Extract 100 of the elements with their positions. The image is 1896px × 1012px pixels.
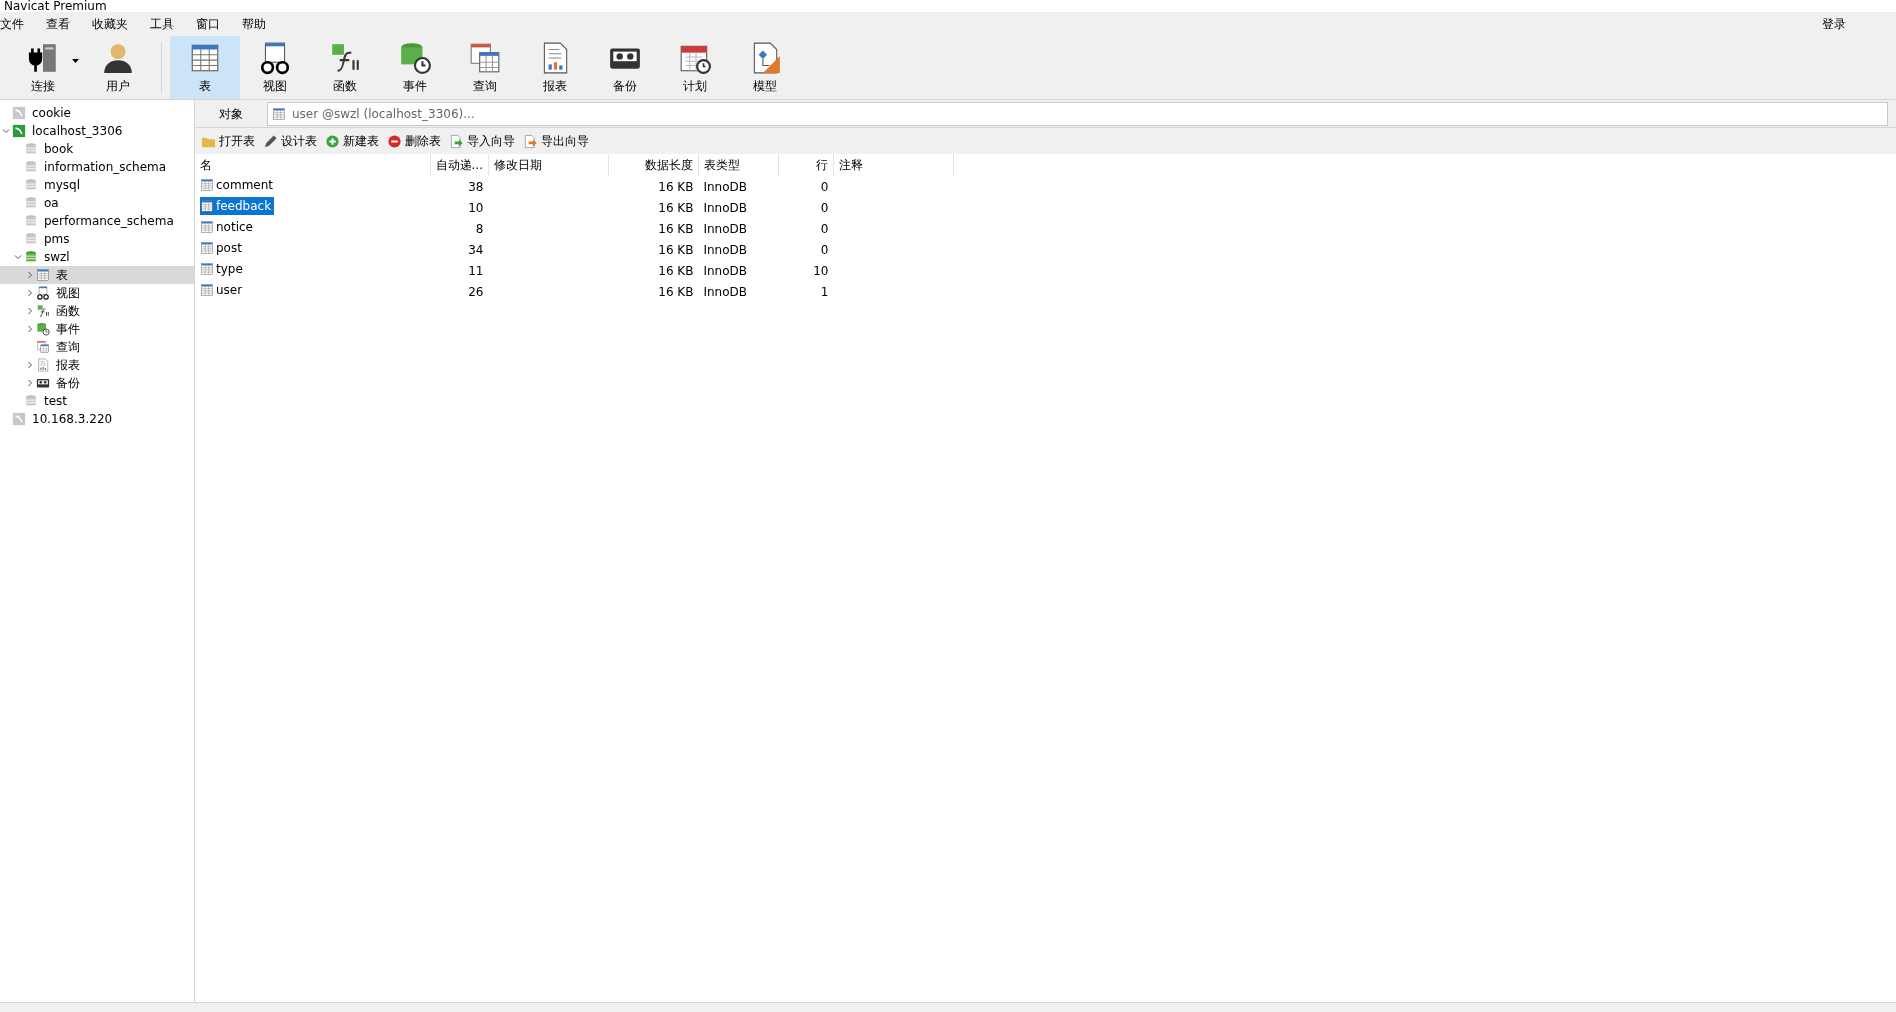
toolbar-button[interactable]: 函数: [310, 36, 380, 99]
tree-item[interactable]: localhost_3306: [0, 122, 194, 140]
caret-icon[interactable]: [72, 58, 79, 63]
toolbar-button[interactable]: 报表: [520, 36, 590, 99]
table-icon: [36, 268, 50, 282]
toolbar-button[interactable]: 用户: [83, 36, 153, 99]
plus-icon: [325, 133, 340, 149]
menu-item[interactable]: 查看: [46, 15, 92, 33]
table-cell: 16 KB: [658, 263, 694, 278]
menu-item[interactable]: 文件: [0, 15, 46, 33]
tree-item[interactable]: performance_schema: [0, 212, 194, 230]
tables-icon: [36, 340, 50, 354]
toolbar-button[interactable]: 查询: [450, 36, 520, 99]
table-icon: [200, 220, 214, 234]
table-cell: 34: [468, 242, 484, 257]
glasses-icon: [36, 286, 50, 300]
menu-item[interactable]: 收藏夹: [92, 15, 150, 33]
table-name-cell[interactable]: comment: [200, 176, 276, 194]
table-icon: [200, 241, 214, 255]
chevron-icon[interactable]: [26, 271, 34, 279]
table-cell: InnoDB: [703, 179, 748, 194]
tree-item[interactable]: information_schema: [0, 158, 194, 176]
toolbar-button[interactable]: 视图: [240, 36, 310, 99]
action-button[interactable]: 删除表: [385, 132, 443, 150]
table-name-cell[interactable]: notice: [200, 218, 256, 236]
table-cell: 0: [820, 242, 829, 257]
table-name-cell[interactable]: user: [200, 281, 246, 299]
tree-item[interactable]: 备份: [0, 374, 194, 392]
tree-item[interactable]: pms: [0, 230, 194, 248]
tree-item[interactable]: oa: [0, 194, 194, 212]
database-clock-icon: [398, 40, 432, 75]
tree-item[interactable]: 报表: [0, 356, 194, 374]
table-cell: 16 KB: [658, 284, 694, 299]
tree-label: oa: [44, 195, 59, 212]
tree-label: 查询: [56, 339, 80, 356]
chevron-icon[interactable]: [14, 253, 22, 261]
table-cell: 38: [468, 179, 484, 194]
toolbar-button[interactable]: 连接: [8, 36, 78, 99]
table-cell: InnoDB: [703, 200, 748, 215]
tree-label: 函数: [56, 303, 80, 320]
table-cell: 11: [468, 263, 484, 278]
column-header[interactable]: 表类型: [698, 154, 779, 176]
tree-item[interactable]: 视图: [0, 284, 194, 302]
action-button[interactable]: 导出向导: [521, 132, 591, 150]
tree-item[interactable]: 事件: [0, 320, 194, 338]
action-button[interactable]: 新建表: [323, 132, 381, 150]
chevron-icon[interactable]: [26, 307, 34, 315]
menu-item[interactable]: 帮助: [242, 15, 288, 33]
table-name-cell[interactable]: type: [200, 260, 246, 278]
tree-item[interactable]: 表: [0, 266, 194, 284]
table-icon: [200, 199, 214, 213]
action-button[interactable]: 打开表: [199, 132, 257, 150]
chevron-icon[interactable]: [26, 361, 34, 369]
tree-item[interactable]: test: [0, 392, 194, 410]
tree-label: test: [44, 393, 68, 410]
toolbar-button[interactable]: 事件: [380, 36, 450, 99]
toolbar-button[interactable]: 模型: [730, 36, 800, 99]
tree-label: pms: [44, 231, 70, 248]
toolbar-button[interactable]: 表: [170, 36, 240, 99]
export-icon: [523, 133, 538, 149]
column-header[interactable]: 注释: [833, 154, 954, 176]
column-header[interactable]: 行: [778, 154, 834, 176]
cassette-icon: [36, 376, 50, 390]
tree-label: information_schema: [44, 159, 167, 176]
column-header[interactable]: 数据长度: [608, 154, 699, 176]
chevron-icon[interactable]: [26, 325, 34, 333]
objects-tab[interactable]: 对象: [195, 104, 267, 123]
menu-item[interactable]: 窗口: [196, 15, 242, 33]
tree-item[interactable]: swzl: [0, 248, 194, 266]
chevron-icon[interactable]: [26, 289, 34, 297]
tree-item[interactable]: 函数: [0, 302, 194, 320]
action-button[interactable]: 设计表: [261, 132, 319, 150]
tree-item[interactable]: mysql: [0, 176, 194, 194]
table-name-cell[interactable]: post: [200, 239, 245, 257]
tree-label: mysql: [44, 177, 80, 194]
table-cell: 16 KB: [658, 221, 694, 236]
column-header[interactable]: 修改日期: [488, 154, 609, 176]
login-link[interactable]: 登录: [1822, 15, 1864, 33]
table-cell: 8: [475, 221, 484, 236]
window-title: Navicat Premium: [4, 0, 107, 12]
table-cell: 1: [820, 284, 829, 299]
address-text: user @swzl (localhost_3306)...: [292, 105, 475, 123]
chevron-icon[interactable]: [2, 127, 10, 135]
tree-item[interactable]: cookie: [0, 104, 194, 122]
table-name-cell[interactable]: feedback: [200, 197, 275, 215]
report-icon: [36, 358, 50, 372]
tree-item[interactable]: 查询: [0, 338, 194, 356]
toolbar-button[interactable]: 计划: [660, 36, 730, 99]
tree-item[interactable]: 10.168.3.220: [0, 410, 194, 428]
action-button[interactable]: 导入向导: [447, 132, 517, 150]
column-header[interactable]: 自动递...: [430, 154, 489, 176]
menu-item[interactable]: 工具: [150, 15, 196, 33]
tree-item[interactable]: book: [0, 140, 194, 158]
table-cell: InnoDB: [703, 242, 748, 257]
toolbar-button[interactable]: 备份: [590, 36, 660, 99]
table-cell: 10: [813, 263, 829, 278]
pencil-icon: [263, 133, 278, 149]
address-field[interactable]: user @swzl (localhost_3306)...: [267, 101, 1888, 126]
tree-label: localhost_3306: [32, 123, 123, 140]
chevron-icon[interactable]: [26, 379, 34, 387]
